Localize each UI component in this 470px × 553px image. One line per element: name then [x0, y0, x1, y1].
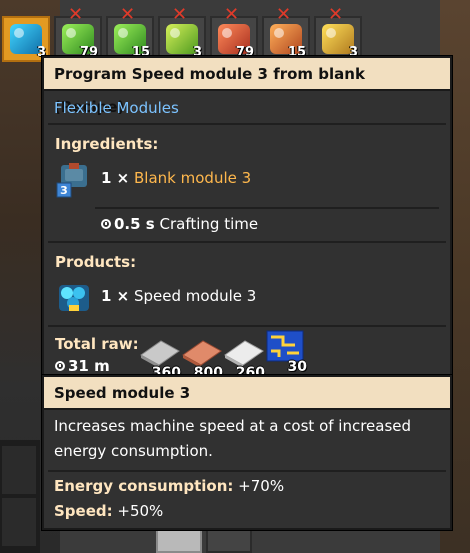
speed-value: +50%	[117, 502, 164, 520]
raw-item-steel: 360	[139, 335, 181, 381]
crafting-time-value: 0.5 s	[114, 215, 155, 233]
blocked-x-icon: ✕	[276, 4, 292, 25]
ingredient-amount: 1 ×	[101, 169, 130, 187]
ingredient-name: Blank module 3	[134, 169, 252, 187]
total-raw-row: Total raw: 31 m 360 800 260 30	[55, 329, 439, 381]
item-tooltip-title: Speed module 3	[44, 377, 450, 410]
clock-icon	[55, 361, 65, 371]
blank-module-3-icon: 3	[56, 163, 87, 198]
product-row: 1 × Speed module 3	[55, 277, 439, 321]
ingredient-text: 1 × Blank module 3	[101, 169, 251, 187]
steel-plate-icon	[140, 340, 180, 368]
ingredients-heading: Ingredients:	[55, 135, 159, 153]
crafting-time-label: Crafting time	[159, 215, 259, 233]
crafting-time-row: 0.5 s Crafting time	[95, 207, 439, 241]
energy-consumption-value: +70%	[238, 477, 285, 495]
blocked-x-icon: ✕	[224, 4, 240, 25]
total-raw-time-value: 31 m	[68, 357, 110, 375]
ingredient-row: 3 1 × Blank module 3	[55, 159, 439, 203]
product-name: Speed module 3	[134, 287, 257, 305]
blocked-x-icon: ✕	[68, 4, 84, 25]
copper-plate-icon	[182, 340, 222, 368]
raw-item-copper: 800	[181, 335, 223, 381]
product-text: 1 × Speed module 3	[101, 287, 256, 305]
ingredients-section: Ingredients: 3 1 × Blank module 3 0.5 s …	[48, 123, 446, 241]
speed-label: Speed:	[54, 502, 113, 520]
raw-item-iron: 260	[223, 335, 265, 381]
iron-plate-icon	[224, 340, 264, 368]
energy-consumption-label: Energy consumption:	[54, 477, 234, 495]
blocked-x-icon: ✕	[172, 4, 188, 25]
products-section: Products: 1 × Speed module 3	[48, 241, 446, 325]
item-tooltip: Speed module 3 Increases machine speed a…	[42, 375, 452, 530]
clock-icon	[101, 219, 111, 229]
raw-item-circuit: 30	[265, 329, 307, 375]
speed-module-3-icon	[59, 285, 89, 311]
total-raw-time: 31 m	[55, 357, 110, 375]
blocked-x-icon: ✕	[120, 4, 136, 25]
recipe-tooltip-title: Program Speed module 3 from blank (Recip…	[44, 58, 450, 116]
energy-consumption-row: Energy consumption: +70%	[54, 474, 436, 499]
raw-item-count: 30	[287, 359, 307, 375]
speed-row: Speed: +50%	[54, 499, 436, 524]
item-description: Increases machine speed at a cost of inc…	[54, 417, 412, 460]
inventory-grid[interactable]	[0, 440, 40, 553]
item-stats: Energy consumption: +70% Speed: +50%	[48, 470, 446, 528]
module-tier-badge: 3	[60, 184, 68, 197]
products-heading: Products:	[55, 253, 137, 271]
blocked-x-icon: ✕	[328, 4, 344, 25]
recipe-tooltip: Program Speed module 3 from blank (Recip…	[42, 56, 452, 387]
total-raw-label: Total raw:	[55, 335, 139, 353]
product-amount: 1 ×	[101, 287, 130, 305]
